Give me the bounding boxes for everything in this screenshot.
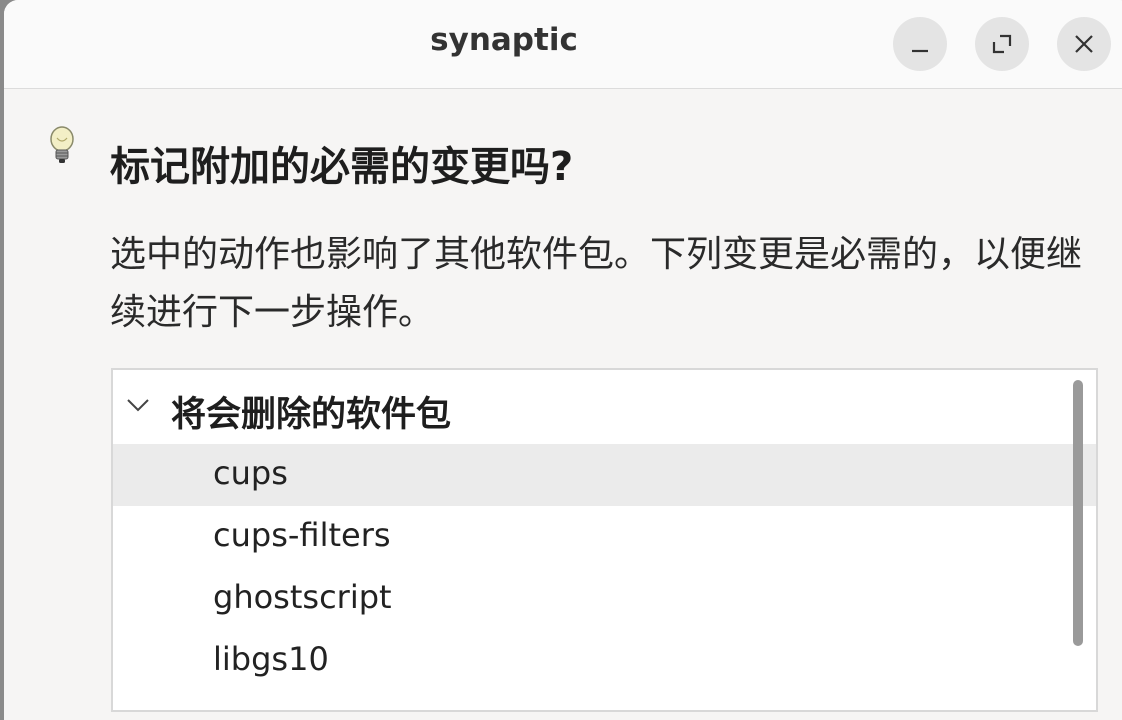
maximize-icon: [992, 34, 1012, 54]
package-name: libgs10: [213, 640, 329, 678]
dialog-window: synaptic 标记附加的必需的变更吗? 选中的动作也影响了其他软件包。下列变…: [4, 0, 1122, 720]
package-row[interactable]: ghostscript: [113, 568, 1096, 630]
changes-tree[interactable]: 将会删除的软件包 cups cups-filters ghostscript l…: [111, 368, 1098, 712]
minimize-button[interactable]: [893, 17, 947, 71]
package-row[interactable]: cups: [113, 444, 1096, 506]
package-name: ghostscript: [213, 578, 392, 616]
title-bar: synaptic: [4, 0, 1122, 89]
tree-group-header[interactable]: 将会删除的软件包: [113, 370, 1096, 442]
lightbulb-icon: [50, 126, 74, 163]
tree-group-label: 将会删除的软件包: [171, 395, 452, 435]
package-name: cups: [213, 454, 288, 492]
scrollbar[interactable]: [1073, 380, 1083, 646]
dialog-heading: 标记附加的必需的变更吗?: [110, 144, 574, 190]
maximize-button[interactable]: [975, 17, 1029, 71]
minimize-icon: [912, 49, 928, 53]
chevron-down-icon[interactable]: [125, 396, 151, 414]
window-title: synaptic: [430, 22, 578, 58]
dialog-message: 选中的动作也影响了其他软件包。下列变更是必需的，以便继续进行下一步操作。: [110, 234, 1083, 333]
close-icon: [1075, 35, 1093, 53]
package-name: cups-filters: [213, 516, 391, 554]
package-row[interactable]: libgs10: [113, 630, 1096, 692]
close-button[interactable]: [1057, 17, 1111, 71]
package-row[interactable]: cups-filters: [113, 506, 1096, 568]
